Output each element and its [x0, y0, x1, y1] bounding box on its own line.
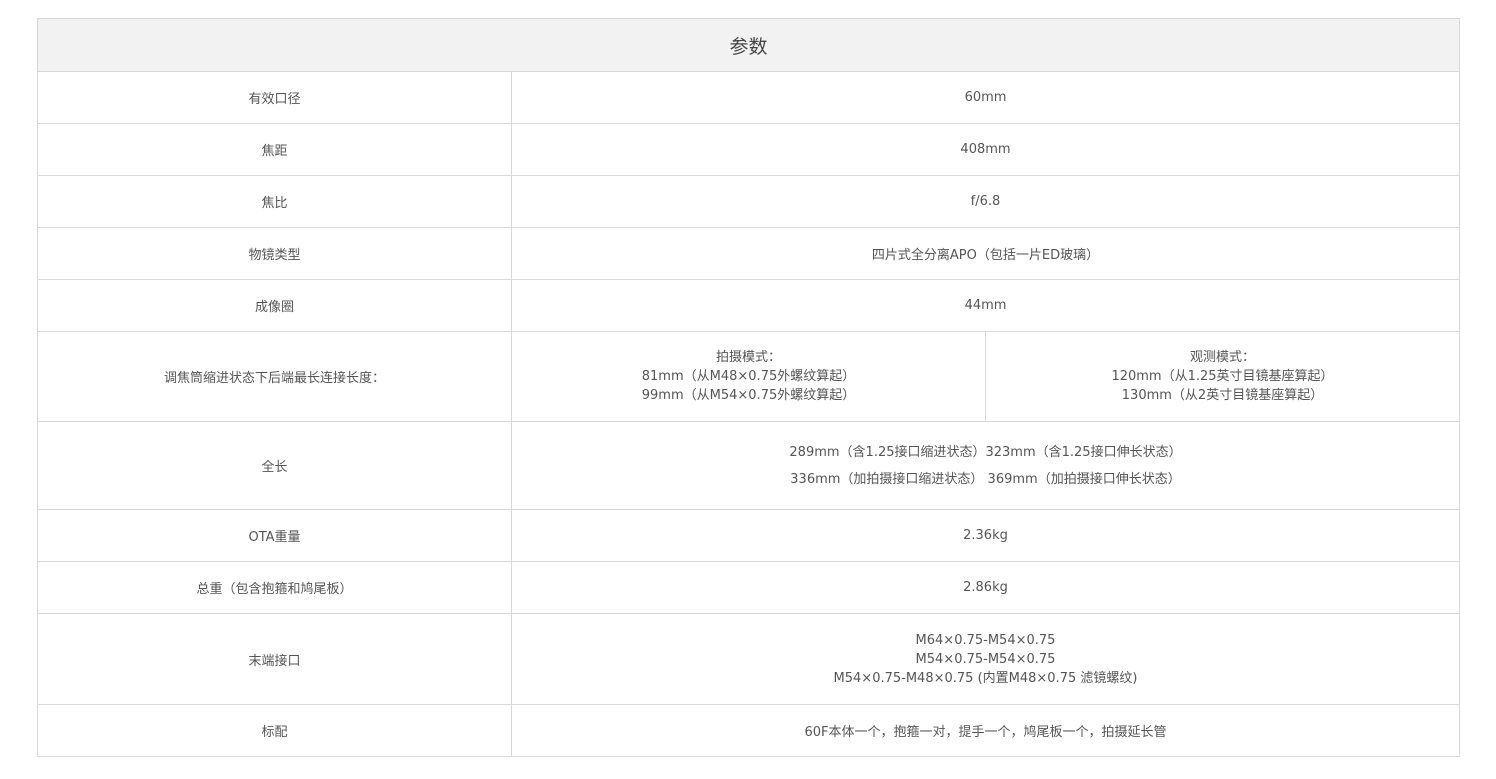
- visual-mode-line: 120mm（从1.25英寸目镜基座算起）: [1111, 369, 1334, 384]
- table-row: 总重（包含抱箍和鸠尾板） 2.86kg: [37, 561, 1460, 614]
- interface-line: M54×0.75-M54×0.75: [915, 651, 1056, 667]
- row-label-total-weight: 总重（包含抱箍和鸠尾板）: [37, 561, 512, 614]
- row-label-length: 全长: [37, 421, 512, 510]
- row-value-ota-weight: 2.36kg: [511, 509, 1460, 562]
- row-label-objective-type: 物镜类型: [37, 227, 512, 280]
- row-value-focal-length: 408mm: [511, 123, 1460, 176]
- row-value-length: 289mm（含1.25接口缩进状态）323mm（含1.25接口伸长状态） 336…: [511, 421, 1460, 510]
- spec-table: 参数 有效口径 60mm 焦距 408mm 焦比 f/6.8 物镜类型 四片式全…: [37, 18, 1460, 757]
- photo-mode-title: 拍摄模式：: [715, 350, 781, 365]
- row-value-aperture: 60mm: [511, 71, 1460, 124]
- row-label-aperture: 有效口径: [37, 71, 512, 124]
- table-title: 参数: [37, 18, 1460, 72]
- table-row: 全长 289mm（含1.25接口缩进状态）323mm（含1.25接口伸长状态） …: [37, 421, 1460, 510]
- row-value-rear-interface: M64×0.75-M54×0.75 M54×0.75-M54×0.75 M54×…: [511, 613, 1460, 705]
- interface-line: M64×0.75-M54×0.75: [915, 632, 1056, 648]
- row-value-standard: 60F本体一个，抱箍一对，提手一个，鸠尾板一个，拍摄延长管: [511, 704, 1460, 757]
- interface-line: M54×0.75-M48×0.75 (内置M48×0.75 滤镜螺纹): [833, 670, 1138, 686]
- visual-mode-line: 130mm（从2英寸目镜基座算起）: [1121, 388, 1324, 403]
- row-value-objective-type: 四片式全分离APO（包括一片ED玻璃）: [511, 227, 1460, 280]
- table-row: 物镜类型 四片式全分离APO（包括一片ED玻璃）: [37, 227, 1460, 280]
- table-row: 末端接口 M64×0.75-M54×0.75 M54×0.75-M54×0.75…: [37, 613, 1460, 705]
- row-value-back-length-photo: 拍摄模式： 81mm（从M48×0.75外螺纹算起） 99mm（从M54×0.7…: [511, 331, 986, 422]
- row-value-focal-ratio: f/6.8: [511, 175, 1460, 228]
- photo-mode-line: 81mm（从M48×0.75外螺纹算起）: [641, 369, 856, 384]
- table-row: 焦比 f/6.8: [37, 175, 1460, 228]
- row-label-back-length: 调焦筒缩进状态下后端最长连接长度：: [37, 331, 512, 422]
- table-row: 有效口径 60mm: [37, 71, 1460, 124]
- row-value-image-circle: 44mm: [511, 279, 1460, 332]
- row-label-image-circle: 成像圈: [37, 279, 512, 332]
- table-header-row: 参数: [37, 18, 1460, 72]
- length-line: 336mm（加拍摄接口缩进状态） 369mm（加拍摄接口伸长状态）: [790, 471, 1181, 487]
- table-row: 焦距 408mm: [37, 123, 1460, 176]
- table-row: 标配 60F本体一个，抱箍一对，提手一个，鸠尾板一个，拍摄延长管: [37, 704, 1460, 757]
- row-value-total-weight: 2.86kg: [511, 561, 1460, 614]
- row-label-rear-interface: 末端接口: [37, 613, 512, 705]
- row-label-focal-ratio: 焦比: [37, 175, 512, 228]
- row-label-focal-length: 焦距: [37, 123, 512, 176]
- table-row: 调焦筒缩进状态下后端最长连接长度： 拍摄模式： 81mm（从M48×0.75外螺…: [37, 331, 1460, 422]
- photo-mode-line: 99mm（从M54×0.75外螺纹算起）: [641, 388, 856, 403]
- row-label-standard: 标配: [37, 704, 512, 757]
- row-label-ota-weight: OTA重量: [37, 509, 512, 562]
- visual-mode-title: 观测模式：: [1189, 350, 1255, 365]
- length-line: 289mm（含1.25接口缩进状态）323mm（含1.25接口伸长状态）: [789, 444, 1182, 460]
- row-value-back-length-visual: 观测模式： 120mm（从1.25英寸目镜基座算起） 130mm（从2英寸目镜基…: [985, 331, 1460, 422]
- table-row: 成像圈 44mm: [37, 279, 1460, 332]
- table-row: OTA重量 2.36kg: [37, 509, 1460, 562]
